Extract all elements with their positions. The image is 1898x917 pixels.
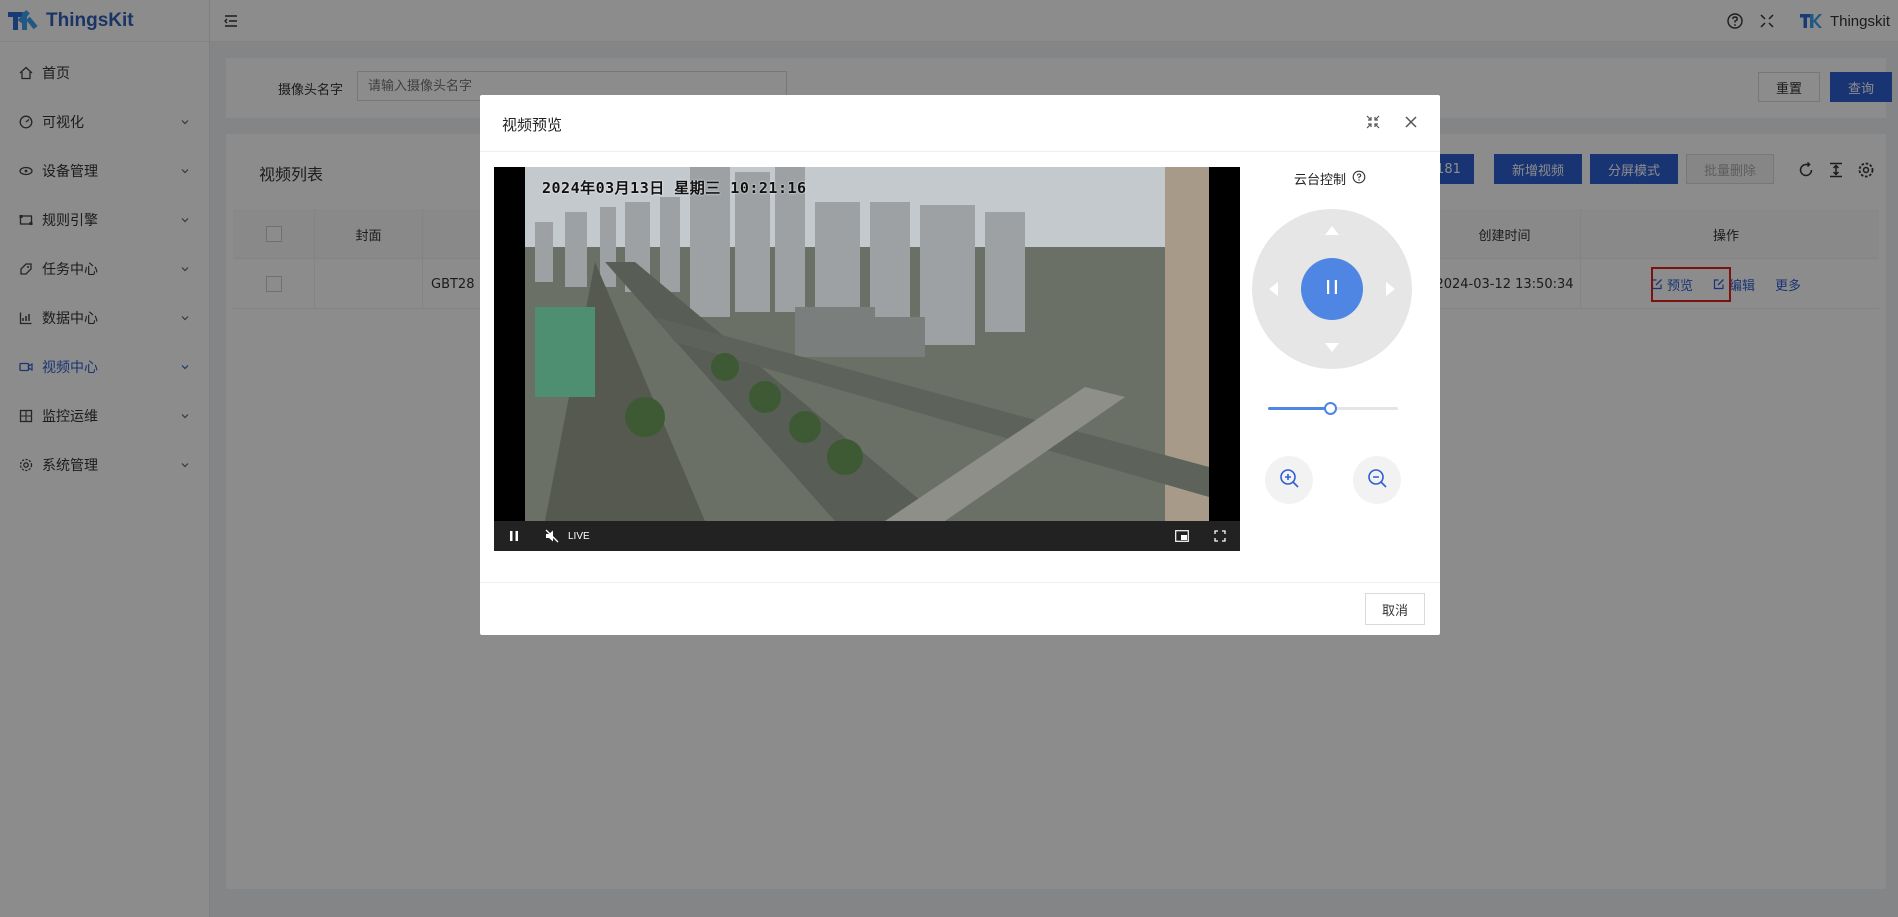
- ptz-title-label: 云台控制: [1294, 173, 1347, 188]
- modal-title: 视频预览: [502, 116, 563, 134]
- ptz-right-arrow-icon[interactable]: [1386, 282, 1395, 296]
- zoom-in-icon: [1278, 467, 1300, 493]
- pause-icon: [1324, 278, 1340, 300]
- video-osd-timestamp: 2024年03月13日 星期三 10:21:16: [542, 179, 807, 197]
- video-player[interactable]: 2024年03月13日 星期三 10:21:16 LIVE: [494, 167, 1240, 551]
- camera-feed-image: [525, 167, 1209, 521]
- ptz-speed-slider[interactable]: [1268, 402, 1398, 415]
- slider-handle[interactable]: [1324, 402, 1338, 415]
- zoom-out-icon: [1366, 467, 1388, 493]
- close-icon[interactable]: [1402, 113, 1420, 131]
- ptz-direction-pad: [1252, 209, 1412, 369]
- fullscreen-icon[interactable]: [1364, 113, 1382, 131]
- video-control-bar: LIVE: [494, 521, 1240, 551]
- ptz-down-arrow-icon[interactable]: [1325, 343, 1339, 352]
- zoom-in-button[interactable]: [1265, 456, 1313, 504]
- modal-header: 视频预览: [480, 95, 1440, 152]
- cancel-button[interactable]: 取消: [1365, 593, 1425, 625]
- zoom-out-button[interactable]: [1353, 456, 1401, 504]
- pause-icon[interactable]: [506, 528, 522, 544]
- ptz-control-title: 云台控制: [1294, 169, 1366, 188]
- ptz-left-arrow-icon[interactable]: [1269, 282, 1278, 296]
- live-indicator: LIVE: [568, 530, 590, 542]
- modal-footer: 取消: [480, 582, 1440, 635]
- question-circle-icon[interactable]: [1352, 170, 1366, 188]
- video-preview-modal: 视频预览 2024年03月13日 星期三 10:21:16 LIVE 云台控制 …: [480, 95, 1440, 635]
- ptz-stop-button[interactable]: [1301, 258, 1363, 320]
- mute-icon[interactable]: [544, 528, 560, 544]
- video-fullscreen-icon[interactable]: [1212, 528, 1228, 544]
- picture-in-picture-icon[interactable]: [1174, 528, 1190, 544]
- ptz-up-arrow-icon[interactable]: [1325, 226, 1339, 235]
- slider-track-fill: [1268, 407, 1331, 410]
